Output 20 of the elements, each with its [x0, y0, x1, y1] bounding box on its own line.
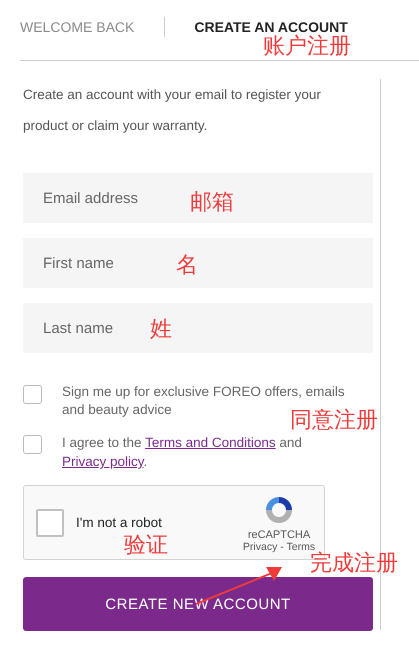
tab[interactable]: CREATE AN ACCOUNT: [194, 19, 348, 35]
intro-text: Create an account with your email to register your product or claim your warranty.: [23, 86, 322, 135]
terms-link[interactable]: Terms and Conditions: [145, 435, 276, 450]
captcha-checkbox[interactable]: [36, 508, 64, 536]
annotation-text: 账户注册: [263, 36, 351, 58]
annotation-text: 名: [176, 255, 198, 277]
annotation-text: 姓: [150, 319, 172, 341]
privacy-link[interactable]: Privacy policy: [62, 454, 144, 469]
captcha-label: I'm not a robot: [76, 515, 162, 530]
consent-text: I agree to the Terms and Conditions and Privacy policy.: [62, 434, 303, 471]
annotation-text: 邮箱: [190, 192, 234, 214]
annotation-text: 完成注册: [310, 553, 398, 575]
checkbox[interactable]: [23, 385, 42, 404]
captcha-privacy-link[interactable]: Privacy: [242, 541, 278, 553]
annotation-text: 验证: [124, 535, 168, 557]
captcha-brand: reCAPTCHA: [248, 529, 310, 541]
recaptcha-logo-icon: [263, 494, 295, 526]
captcha-terms-link[interactable]: Terms: [286, 541, 316, 553]
checkbox[interactable]: [23, 435, 42, 454]
separator-text: -: [279, 541, 285, 553]
